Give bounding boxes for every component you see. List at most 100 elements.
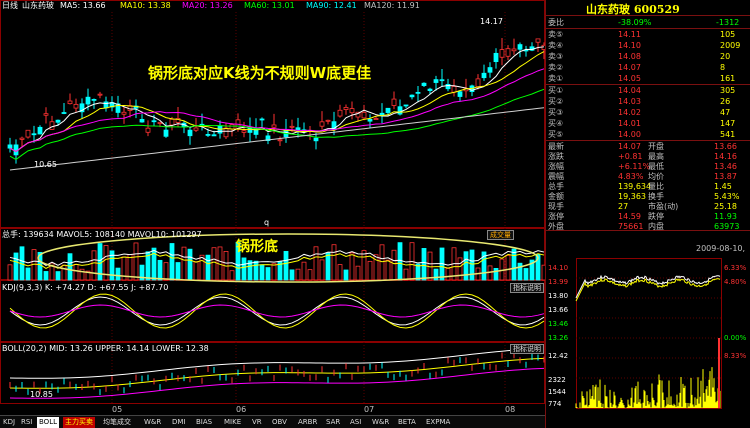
volume-bar — [325, 252, 331, 281]
candle-body — [427, 88, 433, 92]
order-label: 买④ — [548, 119, 564, 128]
weibi-pct: -38.09% — [618, 18, 652, 27]
tab-wr[interactable]: W&R — [142, 417, 163, 428]
volume-bar — [259, 264, 265, 281]
candle-body — [433, 79, 439, 83]
tab-average-trade[interactable]: 均笔成交 — [101, 417, 133, 428]
candle-body — [187, 129, 193, 137]
volume-bar — [469, 249, 475, 281]
order-label: 买⑤ — [548, 130, 564, 139]
sell-order-row: 卖⑤ 14.11 105 — [548, 29, 748, 40]
volume-bar — [193, 261, 199, 281]
volume-bar — [421, 248, 427, 281]
tab-rsi[interactable]: RSI — [19, 417, 34, 428]
order-price: 14.07 — [618, 63, 641, 72]
volume-bar — [415, 263, 421, 281]
candle-body — [391, 98, 397, 106]
intraday-date: 2009-08-10, — [696, 244, 746, 253]
volume-bar — [313, 246, 319, 281]
order-label: 卖⑤ — [548, 30, 564, 39]
boll-legend: BOLL(20,2) MID: 13.26 UPPER: 14.14 LOWER… — [2, 344, 209, 353]
tab-asi[interactable]: ASI — [348, 417, 363, 428]
order-volume: 47 — [720, 108, 731, 117]
tab-sar[interactable]: SAR — [324, 417, 342, 428]
stock-name-label: 山东药玻 — [22, 1, 54, 10]
candle-body — [367, 118, 373, 122]
volume-bar — [199, 254, 205, 281]
order-volume: 105 — [720, 30, 736, 39]
tab-arbr[interactable]: ARBR — [296, 417, 319, 428]
volume-bar — [55, 271, 61, 281]
order-volume: 20 — [720, 52, 731, 61]
weibi-label: 委比 — [548, 18, 564, 27]
intraday-price-label: 13.46 — [548, 320, 569, 328]
volume-bar — [457, 257, 463, 281]
tab-obv[interactable]: OBV — [270, 417, 289, 428]
candle-body — [7, 144, 13, 149]
ma120-line — [9, 107, 545, 171]
tab-bias[interactable]: BIAS — [194, 417, 214, 428]
order-price: 14.03 — [618, 97, 641, 106]
order-volume: 541 — [720, 130, 736, 139]
tab-expma[interactable]: EXPMA — [424, 417, 452, 428]
order-label: 卖④ — [548, 41, 564, 50]
candle-body — [121, 111, 127, 115]
candle-body — [439, 79, 445, 82]
candle-body — [97, 93, 103, 96]
order-price: 14.05 — [618, 74, 641, 83]
tab-dmi[interactable]: DMI — [170, 417, 188, 428]
volume-bar — [445, 268, 451, 281]
order-price: 14.01 — [618, 119, 641, 128]
volume-bar — [355, 265, 361, 281]
volume-bar — [349, 252, 355, 281]
candle-body — [277, 139, 283, 142]
volume-bar — [307, 269, 313, 281]
candle-body — [223, 127, 229, 138]
volume-legend: 总手: 139634 MAVOL5: 108140 MAVOL10: 10129… — [2, 230, 202, 239]
tab-boll[interactable]: BOLL — [37, 417, 59, 428]
volume-bar — [271, 263, 277, 281]
candle-body — [535, 38, 541, 43]
tab-beta[interactable]: BETA — [396, 417, 418, 428]
volume-bar — [169, 243, 175, 281]
kdj-help-button[interactable]: 指标说明 — [510, 283, 544, 293]
volume-bar — [253, 260, 259, 281]
sell-order-row: 卖② 14.07 8 — [548, 62, 748, 73]
intraday-volume-label: 8.33% — [724, 352, 747, 360]
tab-kdj[interactable]: KDJ — [1, 417, 17, 428]
kline-chart-area[interactable]: 日线 山东药玻 MA5: 13.66 MA10: 13.38 MA20: 13.… — [0, 0, 545, 415]
candle-body — [313, 137, 319, 142]
order-volume: 161 — [720, 74, 736, 83]
order-volume: 26 — [720, 97, 731, 106]
candle-body — [163, 129, 169, 137]
sell-order-row: 卖④ 14.10 2009 — [548, 40, 748, 51]
quote-title-bar: 山东药玻 600529 — [546, 0, 750, 16]
boll-help-button[interactable]: 指标说明 — [510, 344, 544, 354]
sell-order-row: 卖③ 14.08 20 — [548, 51, 748, 62]
candle-body — [151, 120, 157, 123]
order-label: 买① — [548, 86, 564, 95]
candle-body — [67, 100, 73, 105]
candle-body — [259, 118, 265, 121]
intraday-chart[interactable]: 14.10 13.99 13.80 13.66 13.46 13.26 6.33% 4.80%… — [546, 258, 750, 418]
indicator-select-dropdown[interactable]: 成交量 — [487, 230, 514, 240]
buy-order-row: 买⑤ 14.00 541 — [548, 129, 748, 140]
tab-mike[interactable]: MIKE — [222, 417, 243, 428]
candle-body — [241, 130, 247, 133]
volume-bar — [205, 254, 211, 281]
x-axis-label: 08 — [505, 405, 516, 414]
volume-bar — [13, 252, 19, 281]
tab-wr-2[interactable]: W&R — [370, 417, 391, 428]
candle-body — [19, 137, 25, 140]
candle-body — [475, 78, 481, 88]
tab-main-force[interactable]: 主力买卖 — [63, 417, 95, 428]
tab-vr[interactable]: VR — [250, 417, 264, 428]
intraday-volume-label: 774 — [548, 400, 562, 408]
x-axis-label: 07 — [364, 405, 375, 414]
stats-label: 外盘 — [548, 222, 564, 231]
volume-bar — [163, 262, 169, 281]
volume-bar — [187, 248, 193, 281]
candle-body — [397, 106, 403, 115]
ma-legend-item: MA10: 13.38 — [120, 1, 171, 10]
buy-order-row: 买① 14.04 305 — [548, 85, 748, 96]
